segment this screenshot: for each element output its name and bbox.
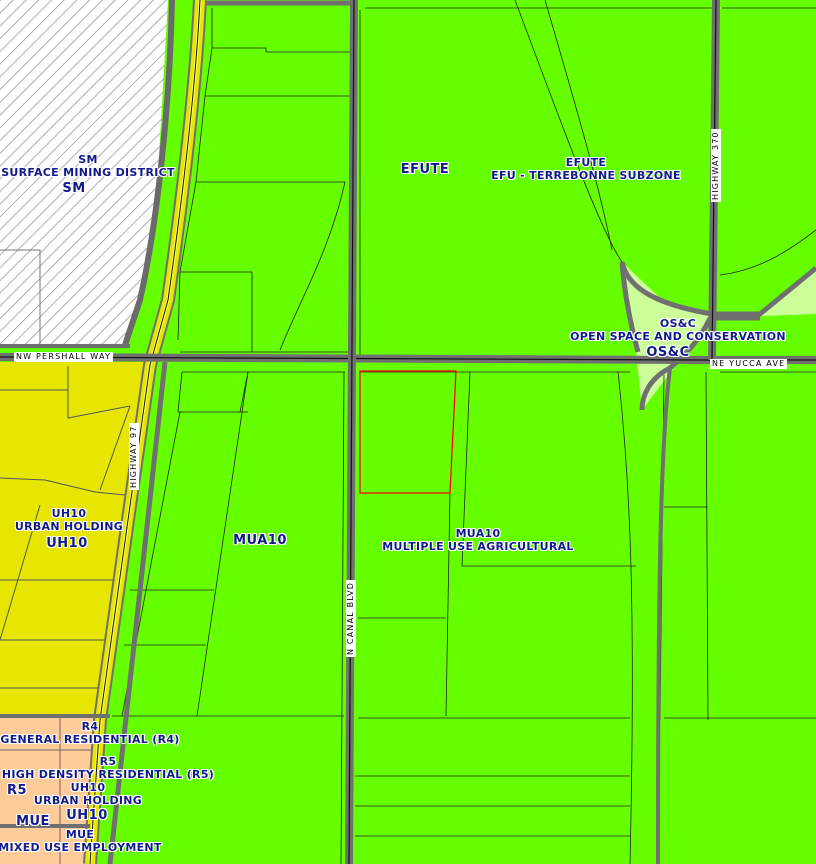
sm-name-label: SURFACE MINING DISTRICT: [1, 166, 175, 179]
road-label-canal: N CANAL BLVD: [346, 579, 356, 657]
uh10-south-code-large-label: UH10: [66, 808, 108, 823]
r5-code-large-label: R5: [6, 783, 28, 798]
uh10-code-large-label: UH10: [46, 536, 88, 551]
mue-code-large-label: MUE: [16, 814, 50, 829]
uh10-south-code-label: UH10: [70, 781, 106, 794]
uh10-south-name-label: URBAN HOLDING: [33, 794, 143, 807]
efute-code-label: EFUTE: [565, 156, 607, 169]
mua10-code-large-label: MUA10: [233, 533, 287, 548]
efute-code-large-label: EFUTE: [400, 162, 450, 177]
road-label-pershall: NW PERSHALL WAY: [14, 352, 114, 362]
osc-name-label: OPEN SPACE AND CONSERVATION: [570, 330, 786, 343]
osc-code-label: OS&C: [659, 317, 697, 330]
uh10-name-label: URBAN HOLDING: [14, 520, 124, 533]
road-label-hwy370: HIGHWAY 370: [711, 129, 721, 202]
mue-code-label: MUE: [65, 828, 95, 841]
road-label-hwy97: HIGHWAY 97: [129, 423, 139, 490]
road-label-yucca: NE YUCCA AVE: [710, 359, 788, 369]
efute-name-label: EFU - TERREBONNE SUBZONE: [491, 169, 681, 182]
mua10-code-label: MUA10: [455, 527, 501, 540]
r5-name-label: HIGH DENSITY RESIDENTIAL (R5): [1, 768, 215, 781]
r4-name-label: GENERAL RESIDENTIAL (R4): [0, 733, 180, 746]
zoning-map[interactable]: NW PERSHALL WAY NE YUCCA AVE HIGHWAY 97 …: [0, 0, 816, 864]
mue-name-label: MIXED USE EMPLOYMENT: [0, 841, 162, 854]
uh10-code-label: UH10: [51, 507, 87, 520]
sm-code-large-label: SM: [62, 181, 86, 196]
r4-code-label: R4: [81, 720, 99, 733]
r5-code-label: R5: [99, 755, 117, 768]
mua10-name-label: MULTIPLE USE AGRICULTURAL: [382, 540, 574, 553]
osc-code-large-label: OS&C: [646, 345, 690, 360]
sm-code-label: SM: [78, 153, 98, 166]
